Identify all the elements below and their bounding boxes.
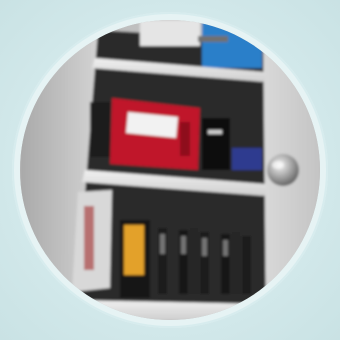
lower-item-label-1 (160, 234, 165, 254)
blue-box (232, 148, 262, 170)
red-box-side-print (180, 122, 190, 156)
black-box (202, 118, 230, 170)
lower-item-4 (190, 228, 198, 294)
lower-item-2 (169, 226, 177, 294)
lower-item-6 (211, 230, 219, 294)
top-white-item (140, 20, 200, 46)
avatar-photo (20, 20, 320, 320)
cabinet-photo (20, 20, 320, 320)
black-box-text (208, 130, 222, 134)
white-binder-spine-text (84, 206, 94, 270)
knob-highlight (272, 161, 284, 169)
lower-item-8 (232, 232, 240, 294)
dark-binder (90, 102, 110, 157)
lower-item-label-2 (181, 236, 186, 254)
lower-item-9 (242, 236, 251, 294)
orange-label (124, 225, 144, 275)
lower-item-label-4 (223, 240, 228, 256)
knob-icon (267, 154, 299, 186)
top-tool (198, 36, 228, 42)
avatar-frame (0, 0, 340, 340)
lower-item-label-3 (202, 238, 207, 256)
